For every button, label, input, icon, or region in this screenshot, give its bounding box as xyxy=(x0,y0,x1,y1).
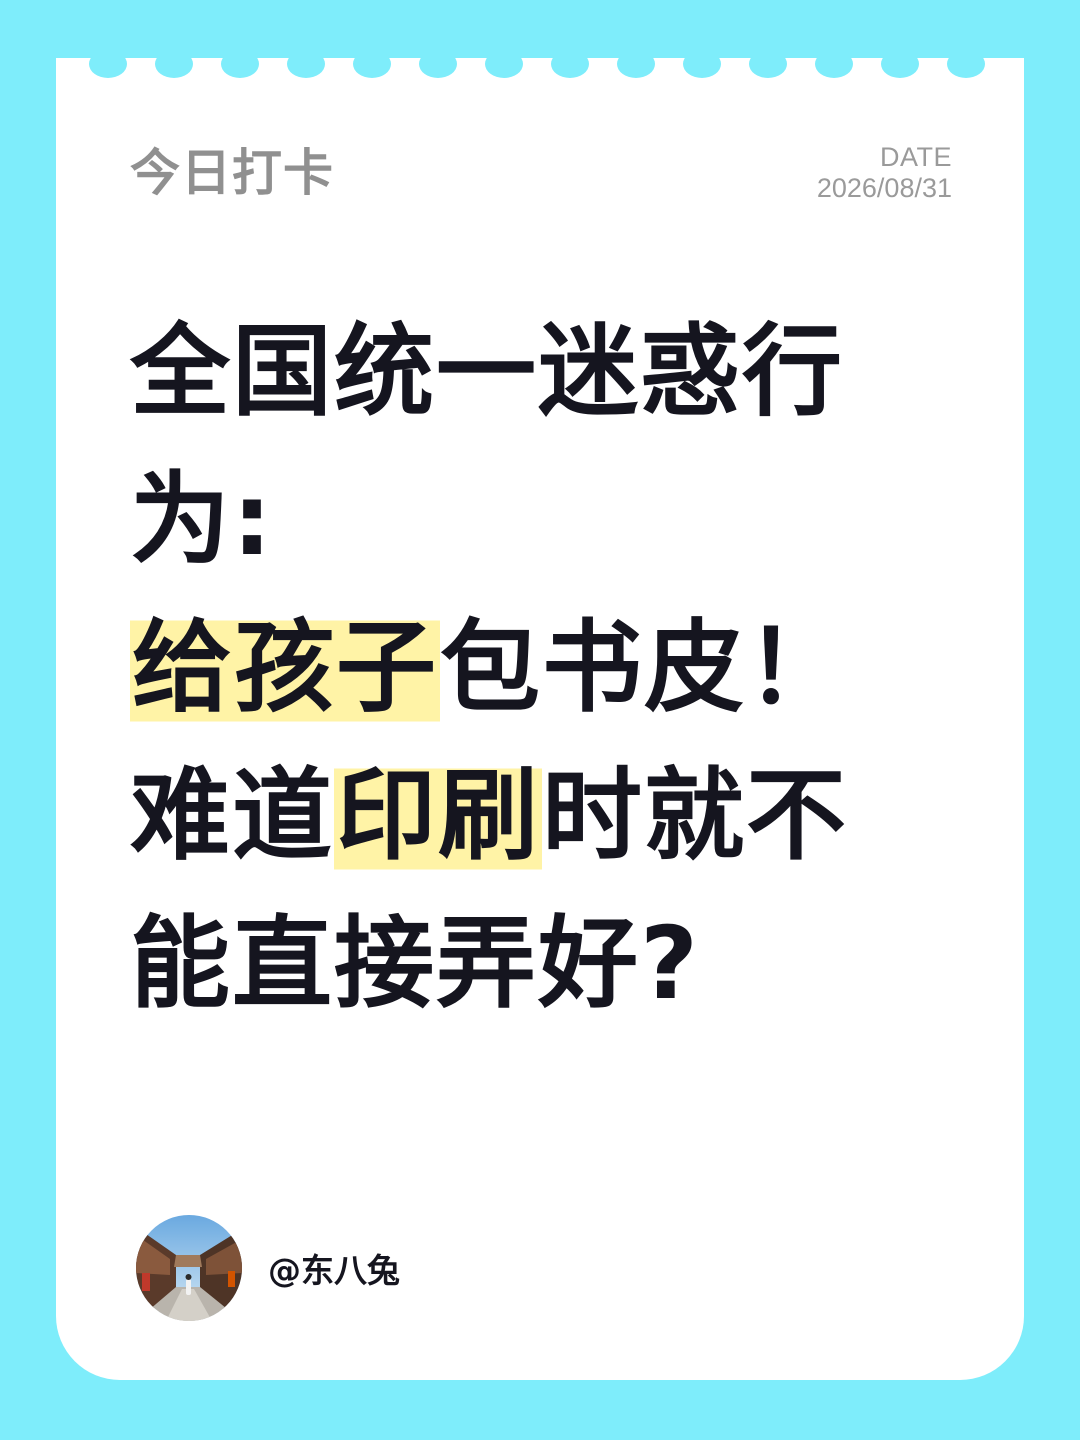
avatar[interactable] xyxy=(136,1215,242,1321)
headline-line-4: 难道印刷时就不 xyxy=(130,742,930,890)
headline-line-3: 给孩子包书皮！ xyxy=(130,594,930,742)
headline-line-4-start: 难道 xyxy=(130,757,334,874)
date-block: DATE 2026/08/31 xyxy=(817,142,952,204)
headline: 全国统一迷惑行 为: 给孩子包书皮！ 难道印刷时就不 能直接弄好? xyxy=(130,298,930,1038)
headline-line-4-end: 时就不 xyxy=(542,757,848,874)
avatar-photo-icon xyxy=(136,1215,242,1321)
date-value: 2026/08/31 xyxy=(816,173,952,203)
highlight-give-child: 给孩子 xyxy=(130,609,440,726)
scalloped-edge xyxy=(56,54,1024,78)
author-handle[interactable]: @东八兔 xyxy=(268,1244,400,1292)
highlight-printing: 印刷 xyxy=(334,757,542,874)
checkin-title: 今日打卡 xyxy=(130,144,334,202)
headline-line-2: 为: xyxy=(130,461,274,578)
headline-line-5: 能直接弄好? xyxy=(130,905,701,1022)
headline-line-3-rest: 包书皮！ xyxy=(440,609,848,726)
date-label: DATE xyxy=(879,142,952,172)
headline-line-1: 全国统一迷惑行 xyxy=(130,313,844,430)
author-info[interactable]: @东八兔 xyxy=(136,1214,400,1322)
